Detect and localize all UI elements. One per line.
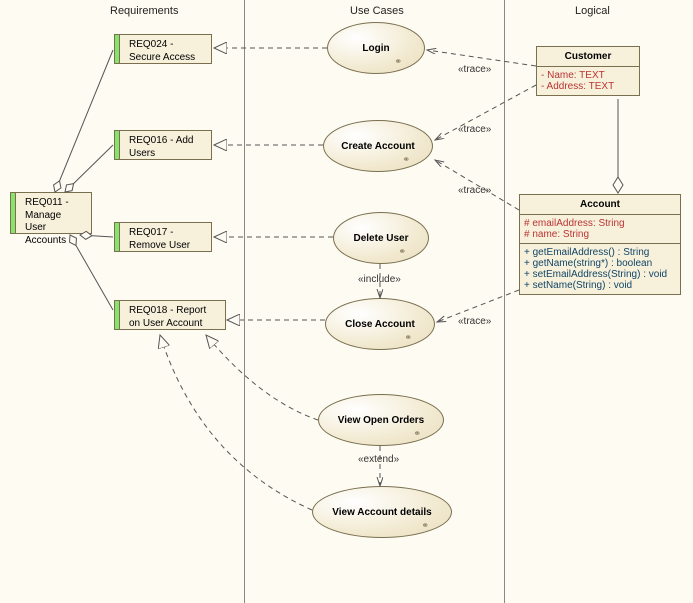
req-017[interactable]: REQ017 - Remove User [114, 222, 212, 252]
usecase-delete-user[interactable]: Delete User ⚭ [333, 212, 429, 264]
req-011-label: REQ011 - Manage User Accounts [25, 197, 69, 246]
lane-header-requirements: Requirements [110, 5, 178, 17]
usecase-create-account[interactable]: Create Account ⚭ [323, 120, 433, 172]
req-024[interactable]: REQ024 - Secure Access [114, 34, 212, 64]
op-line: + setName(String) : void [524, 280, 676, 291]
usecase-login[interactable]: Login ⚭ [327, 22, 425, 74]
link-icon: ⚭ [413, 428, 421, 439]
attr-line: # emailAddress: String [524, 218, 676, 229]
label-include: «include» [358, 274, 401, 285]
usecase-close-account[interactable]: Close Account ⚭ [325, 298, 435, 350]
link-icon: ⚭ [394, 56, 402, 67]
lane-divider-1 [244, 0, 245, 603]
req-016-label: REQ016 - Add Users [129, 135, 193, 159]
class-customer-title: Customer [537, 47, 639, 67]
usecase-delete-user-label: Delete User [353, 233, 408, 244]
req-018[interactable]: REQ018 - Report on User Account [114, 300, 226, 330]
class-customer[interactable]: Customer - Name: TEXT - Address: TEXT [536, 46, 640, 96]
link-icon: ⚭ [402, 154, 410, 165]
req-018-label: REQ018 - Report on User Account [129, 305, 206, 329]
class-account[interactable]: Account # emailAddress: String # name: S… [519, 194, 681, 295]
link-icon: ⚭ [398, 246, 406, 257]
class-account-attrs: # emailAddress: String # name: String [520, 215, 680, 244]
class-account-title: Account [520, 195, 680, 215]
link-icon: ⚭ [404, 332, 412, 343]
label-trace-3: «trace» [458, 185, 491, 196]
label-trace-4: «trace» [458, 316, 491, 327]
label-trace-2: «trace» [458, 124, 491, 135]
label-trace-1: «trace» [458, 64, 491, 75]
usecase-view-account-details-label: View Account details [332, 507, 431, 518]
label-extend: «extend» [358, 454, 399, 465]
attr-line: # name: String [524, 229, 676, 240]
link-icon: ⚭ [421, 520, 429, 531]
req-024-label: REQ024 - Secure Access [129, 39, 195, 63]
usecase-create-account-label: Create Account [341, 141, 415, 152]
req-017-label: REQ017 - Remove User [129, 227, 190, 251]
usecase-view-open-orders-label: View Open Orders [338, 415, 425, 426]
op-line: + setEmailAddress(String) : void [524, 269, 676, 280]
attr-line: - Address: TEXT [541, 81, 635, 92]
op-line: + getName(string*) : boolean [524, 258, 676, 269]
usecase-login-label: Login [362, 43, 389, 54]
class-customer-attrs: - Name: TEXT - Address: TEXT [537, 67, 639, 95]
lane-header-usecases: Use Cases [350, 5, 404, 17]
usecase-close-account-label: Close Account [345, 319, 415, 330]
usecase-view-open-orders[interactable]: View Open Orders ⚭ [318, 394, 444, 446]
req-016[interactable]: REQ016 - Add Users [114, 130, 212, 160]
req-011[interactable]: REQ011 - Manage User Accounts [10, 192, 92, 234]
lane-header-logical: Logical [575, 5, 610, 17]
attr-line: - Name: TEXT [541, 70, 635, 81]
op-line: + getEmailAddress() : String [524, 247, 676, 258]
lane-divider-2 [504, 0, 505, 603]
usecase-view-account-details[interactable]: View Account details ⚭ [312, 486, 452, 538]
class-account-ops: + getEmailAddress() : String + getName(s… [520, 244, 680, 294]
